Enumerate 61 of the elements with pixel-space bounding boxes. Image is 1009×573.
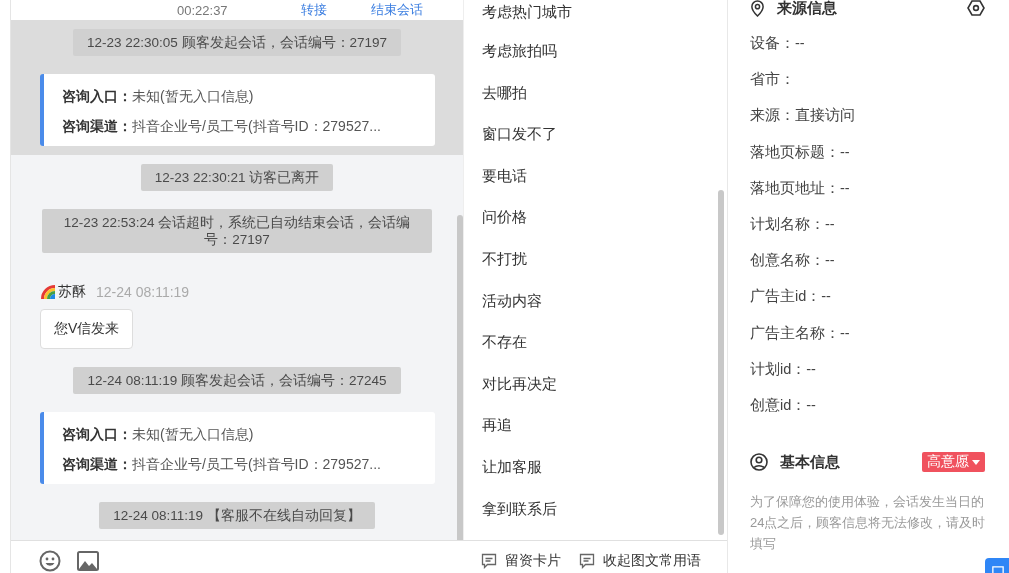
info-value: 未知(暂无入口信息) <box>132 426 254 444</box>
quick-reply-item[interactable]: 拿到联系后 <box>482 487 727 530</box>
quick-reply-item[interactable]: 活动内容 <box>482 279 727 322</box>
system-message: 12-23 22:53:24 会话超时，系统已自动结束会话，会话编号：27197 <box>42 209 432 253</box>
info-label: 咨询渠道： <box>62 118 132 136</box>
image-icon[interactable] <box>77 551 99 572</box>
message-bubble: 您V信发来 <box>40 309 134 349</box>
rainbow-icon <box>40 284 56 300</box>
info-field: 广告主id：-- <box>750 288 831 305</box>
message-icon <box>579 553 595 570</box>
quick-reply-item[interactable]: 要电话 <box>482 154 727 197</box>
info-field: 来源：直接访问 <box>750 107 855 124</box>
quick-reply-item[interactable]: 不存在 <box>482 321 727 363</box>
quick-reply-item[interactable]: 让加客服 <box>482 445 727 488</box>
quick-reply-item[interactable]: 考虑旅拍吗 <box>482 30 727 72</box>
scrollbar[interactable] <box>718 190 724 535</box>
toolbar-button[interactable]: 留资卡片 <box>481 552 561 571</box>
info-field: 落地页标题：-- <box>750 143 850 160</box>
quick-reply-item[interactable]: 窗口发不了 <box>482 113 727 155</box>
user-icon <box>750 453 768 472</box>
caret-icon <box>972 459 980 465</box>
message-time: 12-24 08:11:19 <box>96 284 190 300</box>
notice-text: 为了保障您的使用体验，会话发生当日的24点之后，顾客信息将无法修改，请及时填写 <box>750 493 987 554</box>
info-value: 抖音企业号/员工号(抖音号ID：279527... <box>132 118 381 136</box>
info-field: 计划名称：-- <box>750 215 835 232</box>
header-link[interactable]: 结束会话 <box>371 1 423 19</box>
header-link[interactable]: 转接 <box>301 1 327 19</box>
system-message: 12-23 22:30:21 访客已离开 <box>140 164 334 191</box>
info-value: 抖音企业号/员工号(抖音号ID：279527... <box>132 456 381 474</box>
info-value: 未知(暂无入口信息) <box>132 88 254 106</box>
info-field: 创意id：-- <box>750 396 816 413</box>
quick-reply-item[interactable]: 问价格 <box>482 196 727 238</box>
quick-reply-item[interactable]: 去哪拍 <box>482 71 727 114</box>
quick-reply-item[interactable]: 再追 <box>482 404 727 446</box>
call-timer: 00:22:37 <box>177 2 229 18</box>
info-label: 咨询入口： <box>62 88 132 106</box>
system-message: 12-24 08:11:19 顾客发起会话，会话编号：27245 <box>73 367 401 394</box>
info-label: 咨询渠道： <box>62 456 132 474</box>
system-message: 12-23 22:30:05 顾客发起会话，会话编号：27197 <box>72 29 402 56</box>
info-label: 咨询入口： <box>62 426 132 444</box>
scrollbar[interactable] <box>457 215 463 541</box>
section-title: 来源信息 <box>777 0 837 18</box>
emoji-icon[interactable] <box>39 550 61 573</box>
settings-icon[interactable] <box>967 0 985 17</box>
info-field: 省市： <box>750 71 795 88</box>
system-message: 12-24 08:11:19 【客服不在线自动回复】 <box>99 502 375 529</box>
window-icon <box>992 566 1004 573</box>
info-field: 创意名称：-- <box>750 252 835 269</box>
info-field: 落地页地址：-- <box>750 179 850 196</box>
message-icon <box>481 553 497 570</box>
quick-reply-item[interactable]: 考虑热门城市 <box>482 0 727 30</box>
info-field: 广告主名称：-- <box>750 324 850 341</box>
toolbar-button[interactable]: 收起图文常用语 <box>579 552 701 571</box>
agent-name: 苏酥 <box>58 283 86 301</box>
location-icon <box>750 0 765 17</box>
quick-reply-item[interactable]: 不打扰 <box>482 237 727 280</box>
quick-reply-item[interactable]: 对比再决定 <box>482 362 727 405</box>
info-field: 计划id：-- <box>750 360 816 377</box>
info-field: 设备：-- <box>750 35 805 51</box>
section-title: 基本信息 <box>780 452 840 472</box>
floating-button[interactable] <box>985 558 1009 573</box>
